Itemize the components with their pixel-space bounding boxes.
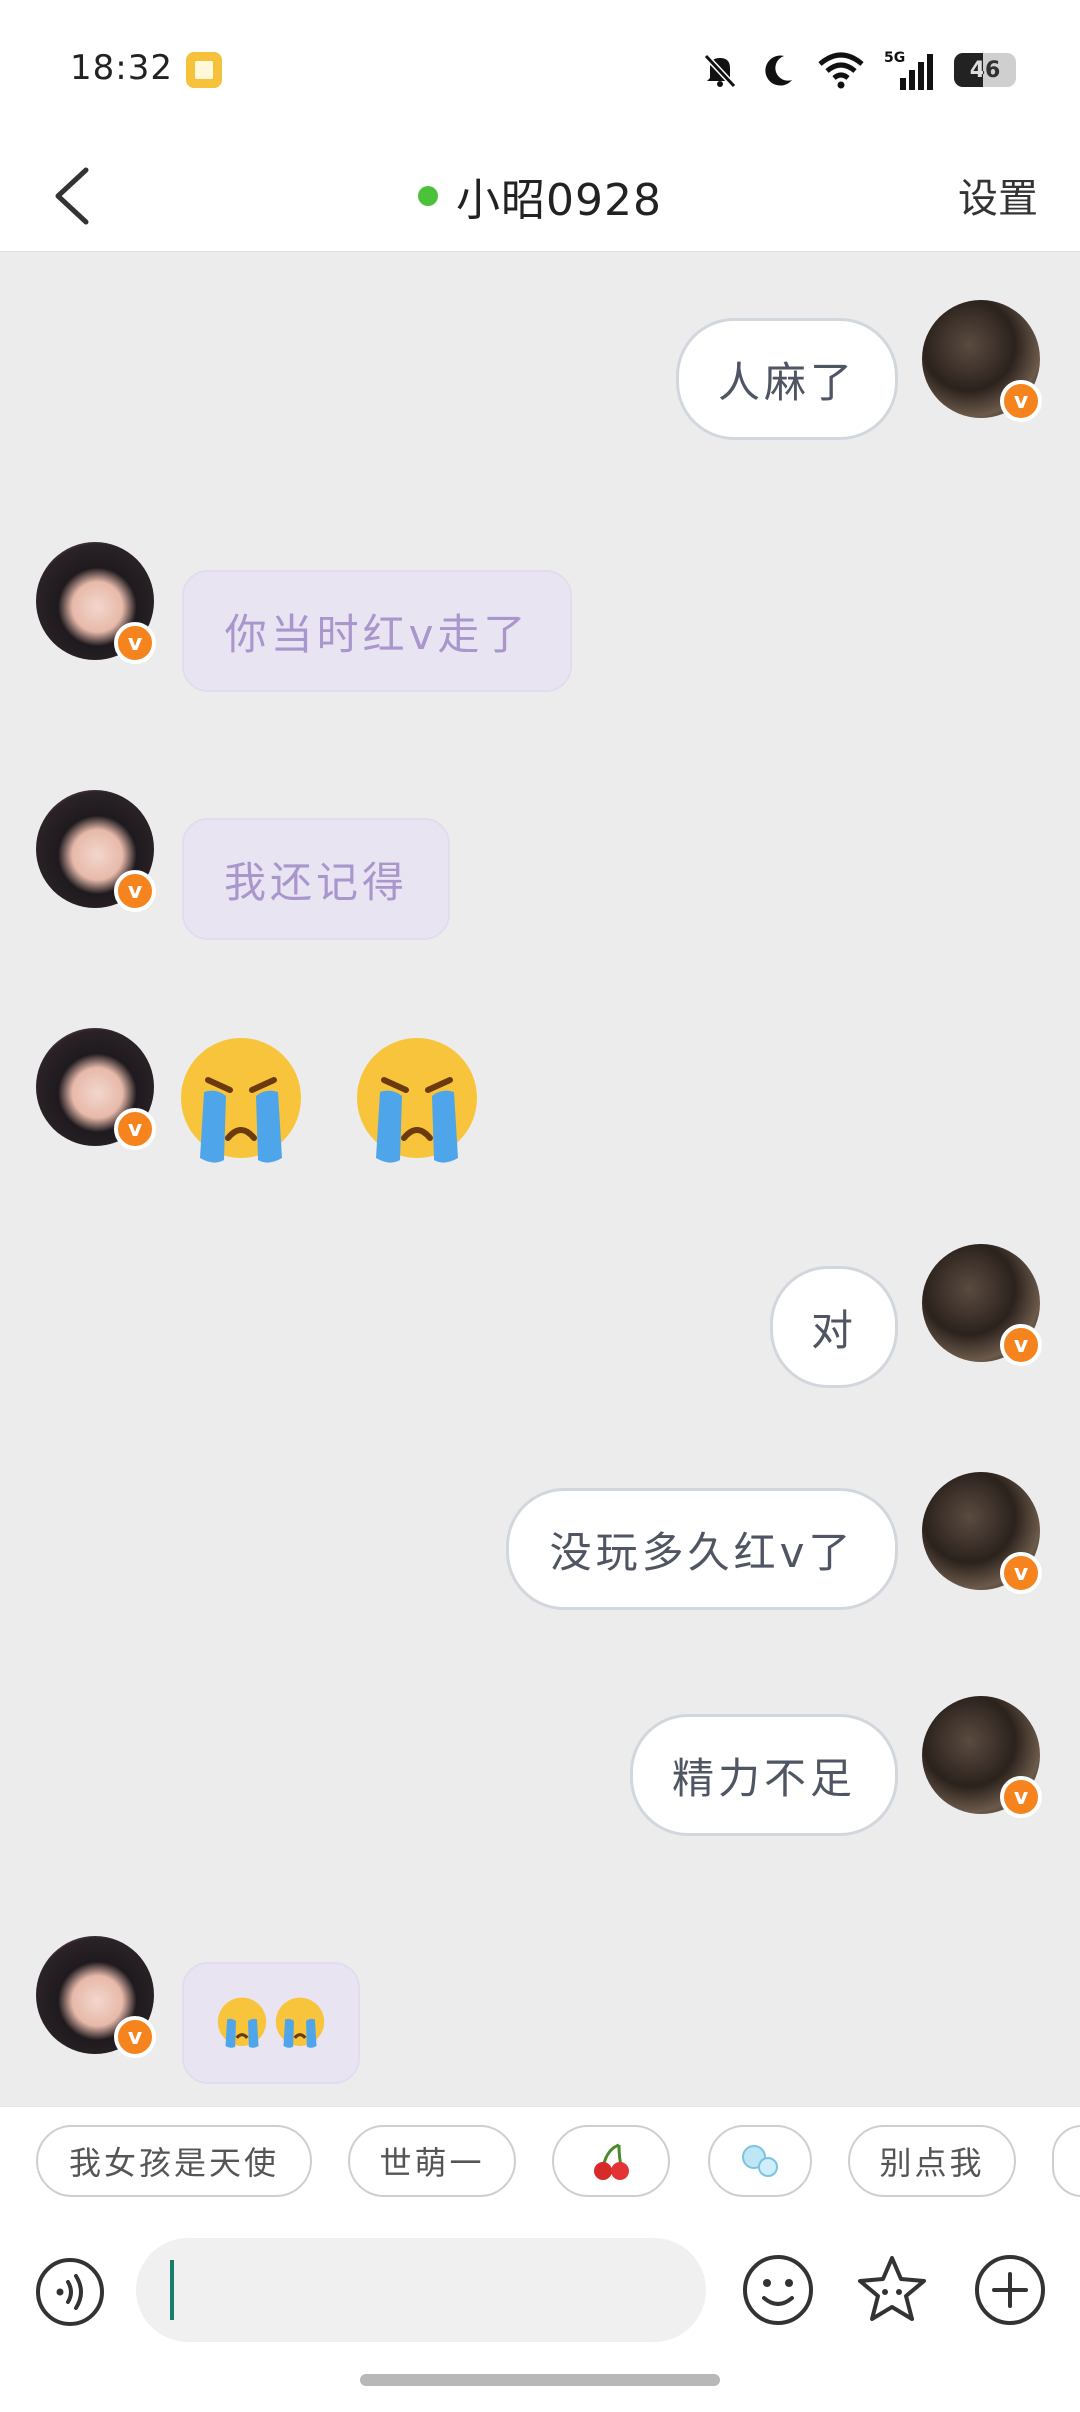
quick-reply-chip[interactable]: 我女孩是天使 xyxy=(36,2125,312,2197)
cellular-signal-icon: 5G xyxy=(884,50,933,90)
quick-reply-bar: 我女孩是天使 世萌一 别点我 xyxy=(0,2106,1080,2216)
battery-icon: 46 xyxy=(954,53,1016,87)
message-text: 你当时红v走了 xyxy=(224,609,530,659)
plus-icon[interactable] xyxy=(972,2252,1048,2328)
settings-button[interactable]: 设置 xyxy=(958,166,1038,224)
svg-text:5G: 5G xyxy=(884,50,905,66)
message-text: 精力不足 xyxy=(671,1753,856,1803)
message-text: 人麻了 xyxy=(717,357,856,407)
status-time: 18:32 xyxy=(70,48,173,88)
message-bubble[interactable]: 我还记得 xyxy=(182,818,450,940)
status-bar: 18:32 5G 46 xyxy=(0,0,1080,140)
message-bubble[interactable]: 对 xyxy=(770,1266,898,1388)
message-input[interactable] xyxy=(136,2238,706,2342)
online-status-dot xyxy=(418,186,438,206)
verified-badge: v xyxy=(1000,380,1042,422)
status-icons: 5G 46 xyxy=(700,48,1016,92)
crying-face-emoji xyxy=(217,1997,267,2048)
message-bubble[interactable] xyxy=(182,1962,360,2084)
quick-reply-chip[interactable]: 别点我 xyxy=(848,2125,1016,2197)
my-avatar[interactable]: v xyxy=(922,1696,1042,1818)
my-avatar[interactable]: v xyxy=(922,1244,1042,1366)
verified-badge: v xyxy=(114,622,156,664)
mute-bell-icon xyxy=(703,53,737,89)
voice-input-icon[interactable] xyxy=(34,2256,106,2328)
message-text: 没玩多久红v了 xyxy=(549,1527,855,1577)
home-indicator[interactable] xyxy=(360,2374,720,2386)
message-bubble[interactable]: 没玩多久红v了 xyxy=(506,1488,898,1610)
verified-badge: v xyxy=(1000,1552,1042,1594)
message-text: 对 xyxy=(810,1305,857,1355)
chat-title: 小昭0928 xyxy=(456,175,662,226)
my-avatar[interactable]: v xyxy=(922,300,1042,422)
moon-icon xyxy=(765,55,792,86)
verified-badge: v xyxy=(1000,1324,1042,1366)
cherry-icon xyxy=(594,2143,629,2180)
verified-badge: v xyxy=(1000,1776,1042,1818)
message-bubble[interactable]: 人麻了 xyxy=(676,318,898,440)
crying-face-emoji[interactable] xyxy=(350,1034,484,1168)
crying-face-emoji xyxy=(275,1997,325,2048)
smiley-icon[interactable] xyxy=(740,2252,816,2328)
text-caret xyxy=(170,2260,174,2320)
chat-header: 小昭0928 设置 xyxy=(0,140,1080,252)
star-sticker-icon[interactable] xyxy=(854,2252,930,2328)
quick-reply-chip[interactable] xyxy=(1052,2125,1080,2197)
contact-avatar[interactable]: v xyxy=(36,542,156,664)
my-avatar[interactable]: v xyxy=(922,1472,1042,1594)
contact-avatar[interactable]: v xyxy=(36,1028,156,1150)
notification-app-icon xyxy=(186,52,222,88)
message-text: 我还记得 xyxy=(224,857,409,907)
crying-face-emoji[interactable] xyxy=(174,1034,308,1168)
verified-badge: v xyxy=(114,2016,156,2058)
battery-level: 46 xyxy=(969,57,1001,83)
quick-reply-chip[interactable]: 世萌一 xyxy=(348,2125,516,2197)
contact-avatar[interactable]: v xyxy=(36,790,156,912)
contact-avatar[interactable]: v xyxy=(36,1936,156,2058)
verified-badge: v xyxy=(114,1108,156,1150)
quick-reply-chip[interactable] xyxy=(552,2125,670,2197)
chat-title-group[interactable]: 小昭0928 xyxy=(0,140,1080,252)
quick-reply-chip[interactable] xyxy=(708,2125,812,2197)
bubbles-icon xyxy=(742,2145,778,2177)
chip-label: 别点我 xyxy=(879,2144,985,2182)
message-bubble[interactable]: 精力不足 xyxy=(630,1714,898,1836)
verified-badge: v xyxy=(114,870,156,912)
chip-label: 世萌一 xyxy=(379,2144,485,2182)
wifi-icon xyxy=(818,52,864,89)
message-bubble[interactable]: 你当时红v走了 xyxy=(182,570,572,692)
chip-label: 我女孩是天使 xyxy=(68,2144,279,2182)
